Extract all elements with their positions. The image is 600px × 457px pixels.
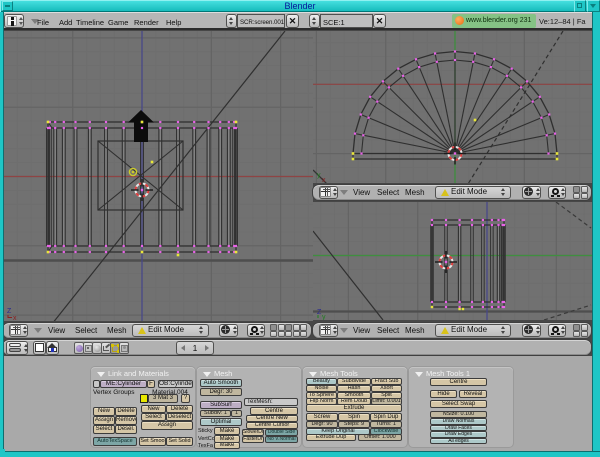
svg-text:x: x <box>13 315 17 321</box>
svg-text:y: y <box>322 314 326 320</box>
svg-text:y: y <box>317 172 321 179</box>
svg-text:x: x <box>322 177 326 183</box>
svg-text:Z: Z <box>7 308 12 315</box>
